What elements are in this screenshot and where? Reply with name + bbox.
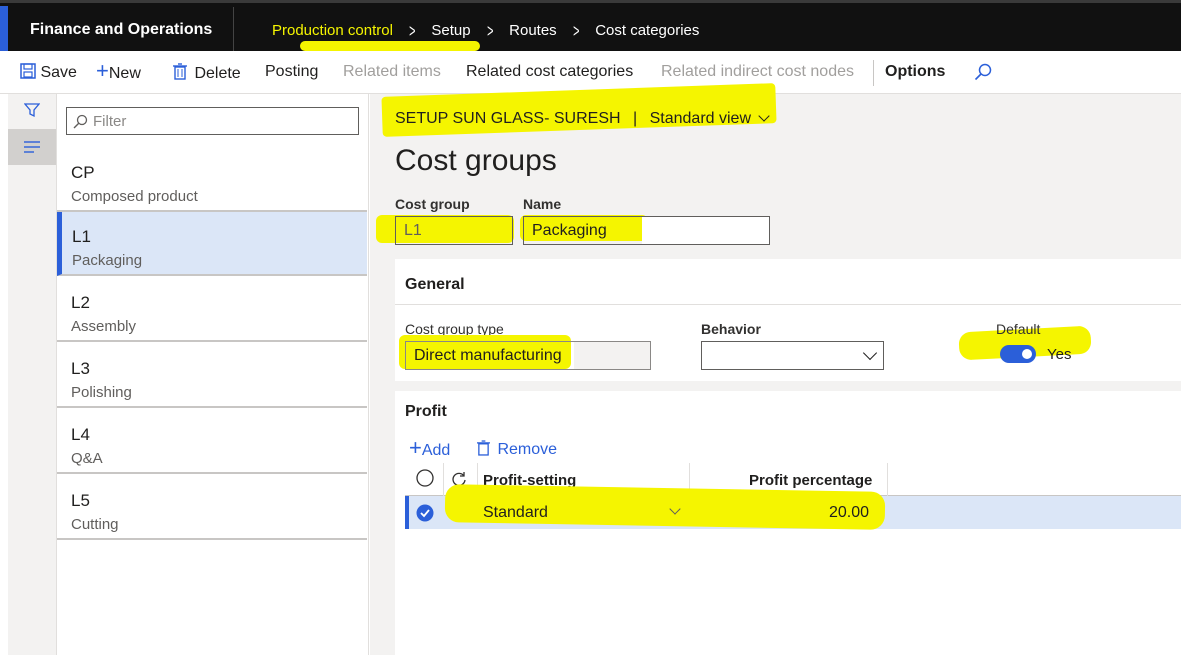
breadcrumb-routes[interactable]: Routes	[509, 22, 557, 39]
toolbar-divider	[873, 60, 874, 86]
profit-section-title[interactable]: Profit	[405, 403, 447, 421]
list-item-code: CP	[71, 163, 95, 182]
save-label: Save	[40, 64, 77, 81]
default-value: Yes	[1047, 346, 1072, 363]
trash-icon	[477, 440, 490, 456]
delete-label: Delete	[194, 65, 241, 82]
list-item-code: L1	[72, 227, 91, 246]
breadcrumb-setup[interactable]: Setup	[431, 22, 470, 39]
add-button[interactable]: +Add	[409, 437, 451, 460]
chevron-right-icon: >	[409, 20, 416, 41]
view-name: Standard view	[649, 110, 751, 127]
behavior-label: Behavior	[701, 321, 761, 337]
save-button[interactable]: Save	[20, 63, 77, 82]
list-item-name: Composed product	[71, 188, 198, 205]
options-button[interactable]: Options	[885, 63, 945, 81]
list-item-code: L3	[71, 359, 90, 378]
chevron-right-icon: >	[572, 20, 580, 41]
related-indirect-cost-nodes-button[interactable]: Related indirect cost nodes	[661, 63, 854, 81]
cost-group-field[interactable]: L1	[395, 216, 513, 245]
new-label: New	[108, 65, 141, 82]
topbar-divider	[233, 7, 234, 51]
default-toggle[interactable]	[1000, 345, 1036, 363]
remove-label: Remove	[497, 441, 558, 458]
general-section-title[interactable]: General	[405, 276, 465, 294]
accent-strip	[0, 6, 8, 51]
table-row[interactable]: Standard 20.00	[405, 484, 1181, 530]
navigation-rail	[8, 94, 57, 655]
select-all-checkbox[interactable]	[416, 469, 434, 487]
list-item-name: Q&A	[71, 450, 103, 467]
profit-section: Profit +Add Remove Profit-setting Profit…	[395, 391, 1181, 655]
record-list-panel: CP Composed product L1 Packaging L2 Asse…	[57, 94, 369, 655]
list-item-name: Assembly	[71, 318, 137, 335]
breadcrumb-cost-categories[interactable]: Cost categories	[595, 22, 699, 39]
top-navigation-bar: Finance and Operations Production contro…	[0, 0, 1181, 51]
list-item[interactable]: L3 Polishing	[57, 344, 367, 408]
list-item-name: Packaging	[72, 252, 143, 269]
cost-group-label: Cost group	[395, 196, 470, 212]
toggle-knob	[1022, 349, 1032, 359]
list-item-name: Polishing	[71, 384, 132, 401]
chevron-down-icon	[758, 110, 771, 122]
chevron-right-icon: >	[486, 20, 494, 41]
default-label: Default	[996, 321, 1041, 337]
trash-icon	[173, 63, 187, 80]
action-pane: Save +New Delete Posting Related items R…	[0, 51, 1181, 94]
name-field[interactable]: Packaging	[523, 216, 770, 245]
save-icon	[20, 63, 36, 79]
search-icon	[73, 114, 88, 129]
behavior-select[interactable]	[701, 341, 884, 370]
search-icon[interactable]	[974, 63, 992, 81]
general-section: General Cost group type Direct manufactu…	[395, 259, 1181, 381]
filter-icon[interactable]	[24, 102, 40, 118]
details-pane: SETUP SUN GLASS- SURESH | Standard view …	[370, 83, 1181, 655]
breadcrumb-production-control[interactable]: Production control	[272, 22, 393, 39]
posting-button[interactable]: Posting	[265, 63, 318, 81]
plus-icon: +	[96, 58, 109, 83]
remove-button[interactable]: Remove	[477, 440, 557, 459]
list-item-name: Cutting	[71, 516, 119, 533]
delete-button[interactable]: Delete	[173, 63, 241, 83]
name-label: Name	[523, 196, 562, 212]
list-view-toggle[interactable]	[8, 129, 56, 165]
record-title: SETUP SUN GLASS- SURESH	[395, 110, 621, 127]
filter-input[interactable]	[93, 111, 353, 131]
profit-percentage-cell[interactable]: 20.00	[829, 504, 869, 522]
profit-setting-cell[interactable]: Standard	[483, 504, 548, 522]
add-label: Add	[421, 442, 451, 459]
plus-icon: +	[409, 435, 422, 460]
view-selector[interactable]: SETUP SUN GLASS- SURESH | Standard view	[395, 110, 771, 128]
highlight-mark	[300, 41, 480, 51]
list-item[interactable]: L5 Cutting	[57, 476, 367, 540]
list-item-code: L2	[71, 293, 90, 312]
section-divider	[395, 304, 1181, 305]
app-title[interactable]: Finance and Operations	[30, 21, 212, 39]
list-item-code: L5	[71, 491, 90, 510]
check-circle-icon[interactable]	[416, 504, 434, 522]
list-item[interactable]: L4 Q&A	[57, 410, 367, 474]
list-item[interactable]: CP Composed product	[57, 148, 367, 212]
list-item[interactable]: L2 Assembly	[57, 278, 367, 342]
filter-box	[66, 107, 359, 135]
related-items-button[interactable]: Related items	[343, 63, 441, 81]
page-title: Cost groups	[395, 144, 557, 177]
cost-group-type-field[interactable]: Direct manufacturing	[405, 341, 651, 370]
list-item-selected[interactable]: L1 Packaging	[57, 212, 367, 276]
list-icon	[24, 141, 40, 153]
new-button[interactable]: +New	[96, 60, 141, 83]
chevron-down-icon	[862, 345, 878, 361]
breadcrumb: Production control > Setup > Routes > Co…	[272, 20, 699, 41]
related-cost-categories-button[interactable]: Related cost categories	[466, 63, 633, 81]
list-item-code: L4	[71, 425, 90, 444]
